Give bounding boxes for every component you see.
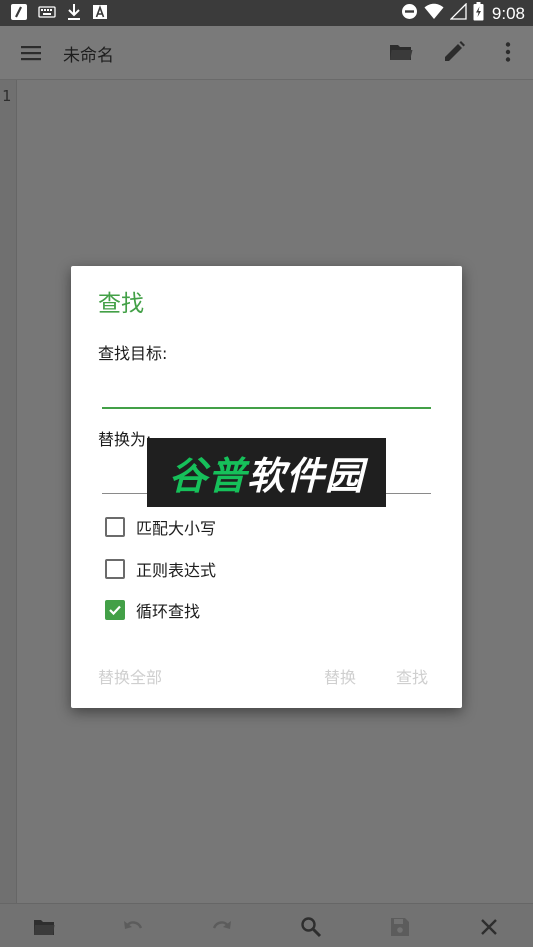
document-title: 未命名 <box>63 46 114 66</box>
undo-icon[interactable] <box>122 916 144 938</box>
bottom-toolbar <box>0 903 533 947</box>
open-folder-icon[interactable] <box>388 39 414 65</box>
wifi-icon <box>424 3 444 24</box>
watermark: 谷普软件园 <box>147 438 386 507</box>
replace-label: 替换为: <box>98 430 152 449</box>
find-label: 查找目标: <box>98 344 168 363</box>
signal-icon <box>449 2 467 24</box>
find-input-underline <box>102 407 431 409</box>
watermark-text-green: 谷普 <box>168 454 247 498</box>
dialog-title: 查找 <box>98 291 144 317</box>
more-vert-icon[interactable] <box>495 39 521 65</box>
app-bar: 未命名 <box>0 26 533 79</box>
search-icon[interactable] <box>300 916 322 938</box>
redo-icon[interactable] <box>211 916 233 938</box>
wrap-search-option[interactable]: 循环查找 <box>105 599 200 621</box>
a-icon <box>92 4 108 24</box>
folder-icon[interactable] <box>33 916 55 938</box>
find-button[interactable]: 查找 <box>396 664 428 688</box>
line-number: 1 <box>2 87 12 105</box>
save-icon[interactable] <box>389 916 411 938</box>
close-icon[interactable] <box>478 916 500 938</box>
do-not-disturb-icon <box>401 3 418 24</box>
status-time: 9:08 <box>491 3 525 23</box>
battery-icon <box>473 2 484 25</box>
match-case-option[interactable]: 匹配大小写 <box>105 516 216 538</box>
regex-checkbox[interactable] <box>105 559 125 579</box>
line-gutter: 1 <box>0 80 17 903</box>
wrap-search-checkbox[interactable] <box>105 600 125 620</box>
edit-icon[interactable] <box>441 39 467 65</box>
app-icon <box>10 3 28 25</box>
watermark-text-white: 软件园 <box>247 454 365 498</box>
keyboard-icon <box>38 5 56 23</box>
find-input[interactable] <box>102 380 431 404</box>
wrap-search-label: 循环查找 <box>136 602 201 621</box>
check-icon <box>109 605 121 616</box>
status-bar: 9:08 <box>0 0 533 26</box>
download-icon <box>66 3 82 25</box>
match-case-checkbox[interactable] <box>105 517 125 537</box>
regex-option[interactable]: 正则表达式 <box>105 558 216 580</box>
replace-all-button[interactable]: 替换全部 <box>98 664 162 688</box>
regex-label: 正则表达式 <box>136 561 217 580</box>
match-case-label: 匹配大小写 <box>136 519 217 538</box>
menu-icon[interactable] <box>19 41 43 65</box>
replace-button[interactable]: 替换 <box>324 664 356 688</box>
